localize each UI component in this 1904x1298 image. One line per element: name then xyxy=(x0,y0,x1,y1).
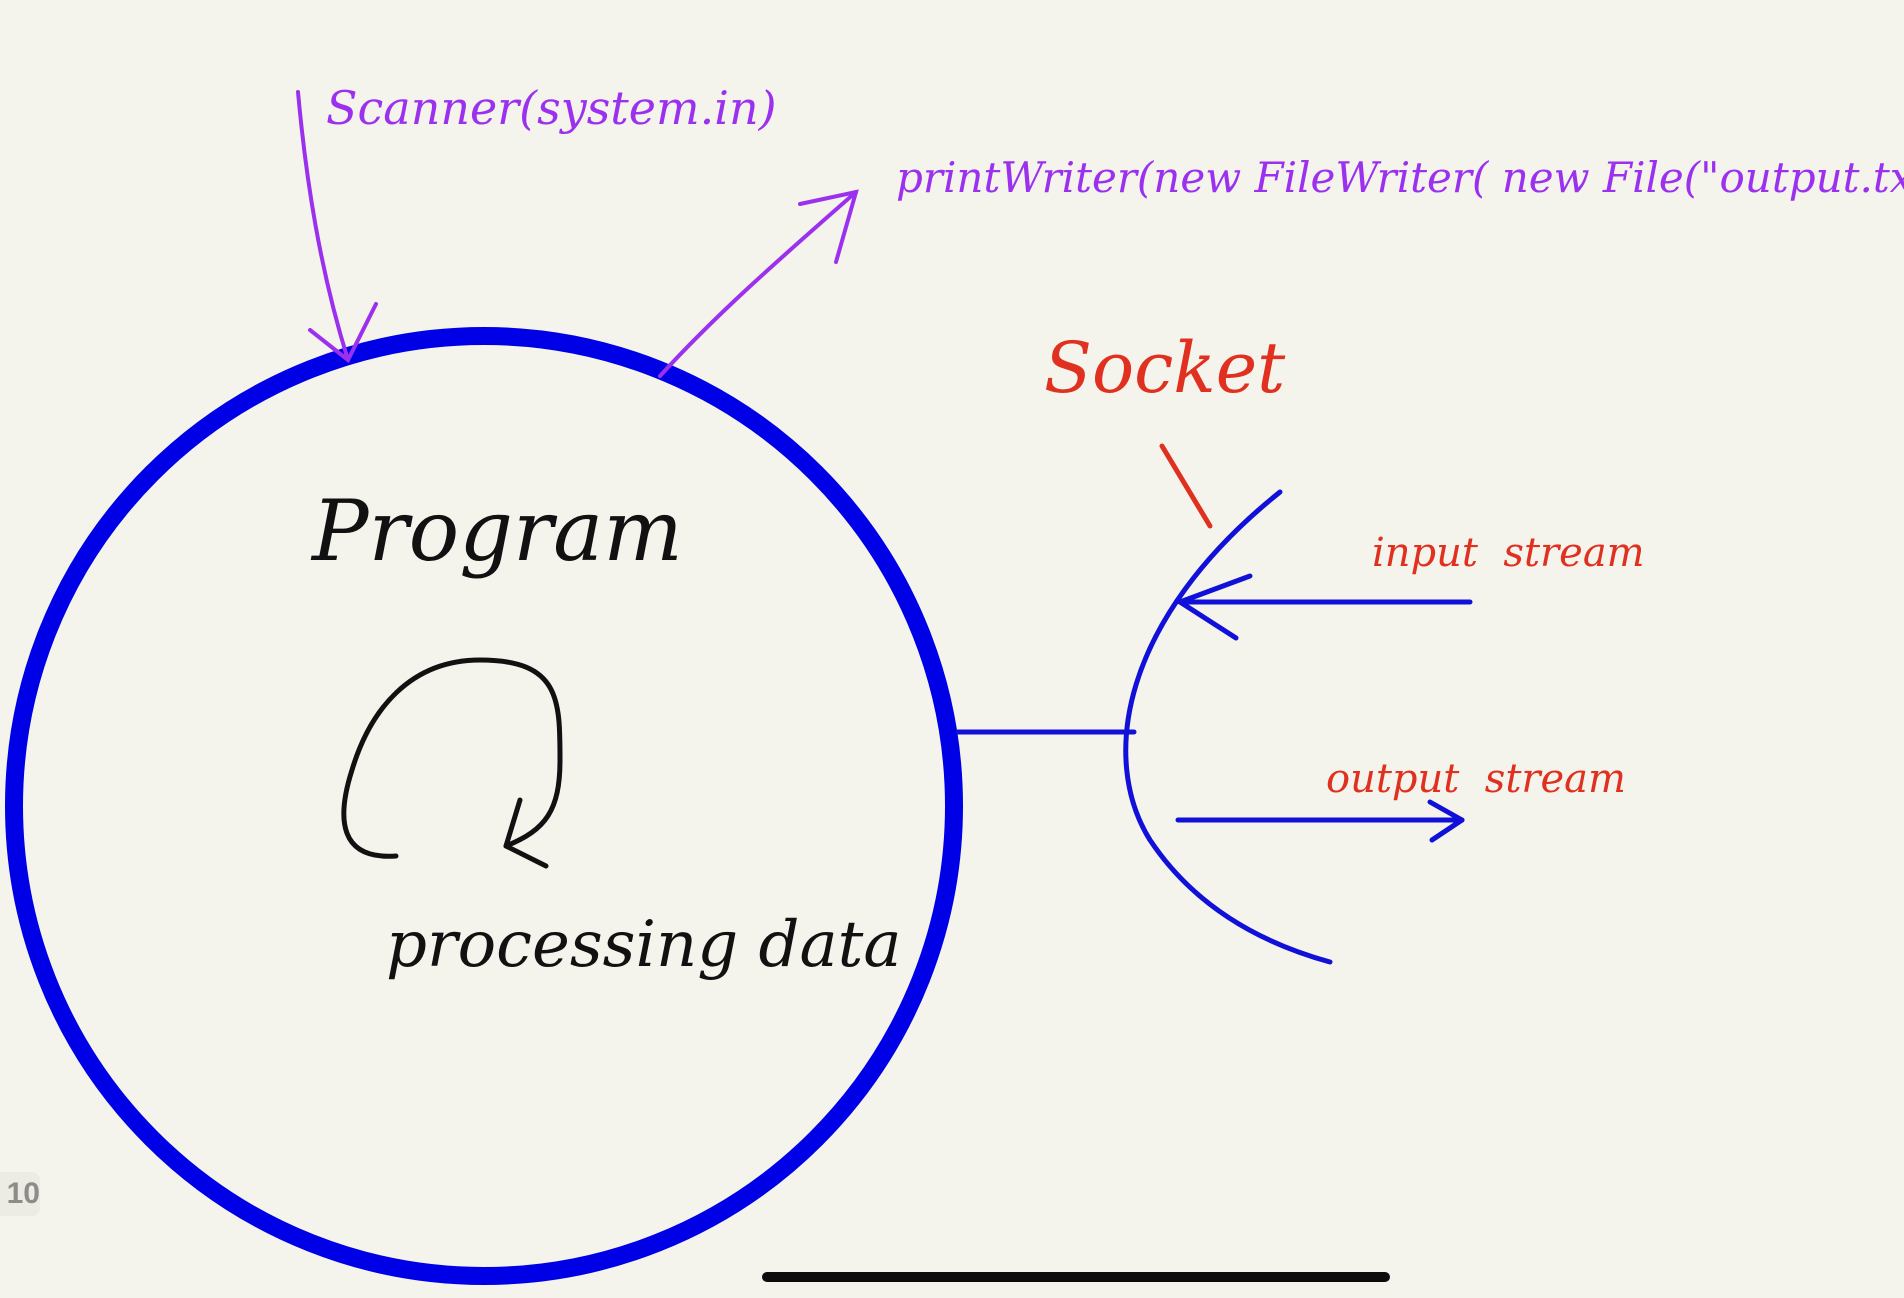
scanner-label: Scanner(system.in) xyxy=(326,81,777,135)
processing-label: processing data xyxy=(386,908,902,982)
loop-arrow xyxy=(341,657,563,869)
program-circle xyxy=(5,327,963,1285)
output-stream-arrow xyxy=(1175,799,1465,843)
socket-pointer xyxy=(1159,443,1213,529)
printwriter-label: printWriter(new FileWriter( new File("ou… xyxy=(896,153,1904,202)
socket-label: Socket xyxy=(1044,327,1286,409)
output-stream-label: output stream xyxy=(1326,756,1626,802)
diagram-canvas: Scanner(system.in) printWriter(new FileW… xyxy=(5,81,1904,1285)
input-stream-label: input stream xyxy=(1372,530,1645,576)
home-indicator[interactable] xyxy=(762,1272,1390,1282)
socket-curve xyxy=(1123,489,1333,965)
input-stream-arrow xyxy=(1177,573,1473,641)
program-label: Program xyxy=(310,482,683,580)
page-number-badge: 10 xyxy=(0,1172,40,1216)
printwriter-arrow xyxy=(658,189,859,378)
